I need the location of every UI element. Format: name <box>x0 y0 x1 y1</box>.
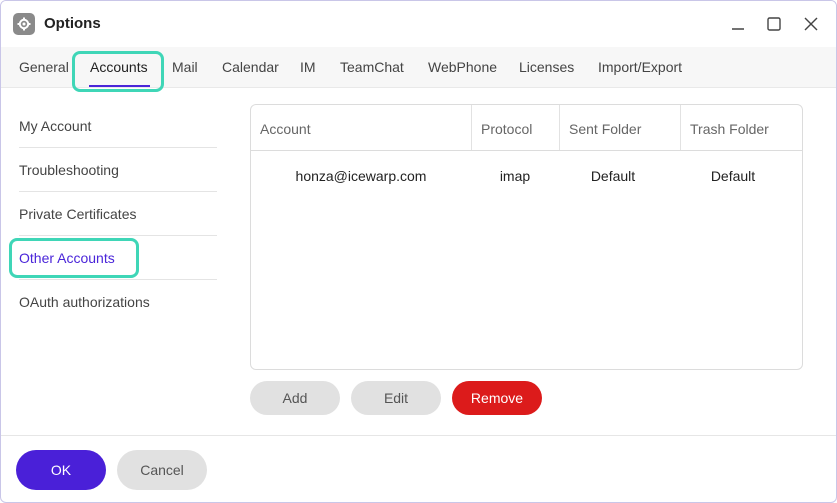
column-header-protocol[interactable]: Protocol <box>481 121 532 137</box>
window-title: Options <box>44 15 101 32</box>
column-header-account[interactable]: Account <box>260 121 311 137</box>
tab-licenses[interactable]: Licenses <box>519 59 574 75</box>
tab-general[interactable]: General <box>19 59 69 75</box>
column-header-trash-folder[interactable]: Trash Folder <box>690 121 769 137</box>
column-separator <box>559 105 560 150</box>
table-header: Account Protocol Sent Folder Trash Folde… <box>251 105 802 151</box>
sidebar-divider <box>19 279 217 280</box>
column-separator <box>680 105 681 150</box>
cell-trash-folder: Default <box>710 168 756 184</box>
sidebar-divider <box>19 191 217 192</box>
close-icon[interactable] <box>798 11 824 37</box>
title-bar: Options <box>1 1 836 47</box>
sidebar-divider <box>19 235 217 236</box>
cancel-button[interactable]: Cancel <box>117 450 207 490</box>
footer-divider <box>1 435 836 436</box>
tab-teamchat[interactable]: TeamChat <box>340 59 404 75</box>
column-header-sent-folder[interactable]: Sent Folder <box>569 121 641 137</box>
cell-sent-folder: Default <box>590 168 636 184</box>
cell-account: honza@icewarp.com <box>295 168 427 184</box>
gear-icon <box>13 13 35 35</box>
add-button[interactable]: Add <box>250 381 340 415</box>
sidebar-item-troubleshooting[interactable]: Troubleshooting <box>19 162 119 178</box>
sidebar-item-other-accounts-highlight <box>9 238 139 278</box>
tab-calendar[interactable]: Calendar <box>222 59 279 75</box>
maximize-icon[interactable] <box>761 11 787 37</box>
sidebar-item-oauth-authorizations[interactable]: OAuth authorizations <box>19 294 150 310</box>
sidebar-item-my-account[interactable]: My Account <box>19 118 91 134</box>
sidebar-divider <box>19 147 217 148</box>
accounts-table: Account Protocol Sent Folder Trash Folde… <box>250 104 803 370</box>
tab-im[interactable]: IM <box>300 59 316 75</box>
sidebar-item-private-certificates[interactable]: Private Certificates <box>19 206 136 222</box>
column-separator <box>471 105 472 150</box>
ok-button[interactable]: OK <box>16 450 106 490</box>
cell-protocol: imap <box>499 168 531 184</box>
tab-mail[interactable]: Mail <box>172 59 198 75</box>
remove-button[interactable]: Remove <box>452 381 542 415</box>
options-dialog: Options General Accounts Mail Calendar I… <box>0 0 837 503</box>
edit-button[interactable]: Edit <box>351 381 441 415</box>
tab-webphone[interactable]: WebPhone <box>428 59 497 75</box>
tab-accounts-highlight <box>72 51 164 92</box>
minimize-icon[interactable] <box>725 11 751 37</box>
tab-import-export[interactable]: Import/Export <box>598 59 682 75</box>
